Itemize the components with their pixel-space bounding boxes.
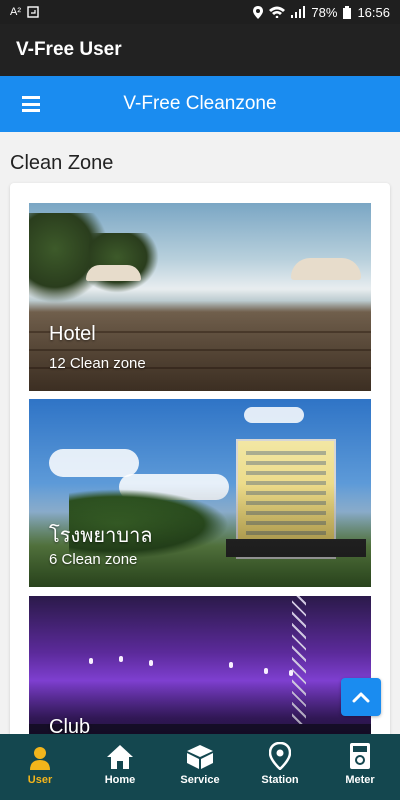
zone-card-club[interactable]: Club <box>29 596 371 743</box>
clock: 16:56 <box>357 4 390 20</box>
app-title: V-Free User <box>16 39 122 60</box>
zone-card-hospital[interactable]: โรงพยาบาล 6 Clean zone <box>29 399 371 587</box>
text-size-icon: A² <box>10 6 21 18</box>
hamburger-icon[interactable] <box>22 96 40 112</box>
nav-station[interactable]: Station <box>240 734 320 800</box>
status-bar: A² 78% 16:56 <box>0 0 400 24</box>
zone-count: 6 Clean zone <box>49 551 138 568</box>
app-bar: V-Free User <box>0 24 400 76</box>
bottom-nav: User Home Service Station Meter <box>0 734 400 800</box>
nav-user[interactable]: User <box>0 734 80 800</box>
scroll-top-button[interactable] <box>341 678 381 716</box>
nav-home[interactable]: Home <box>80 734 160 800</box>
nav-label: Station <box>261 774 299 786</box>
zone-list-card: Hotel 12 Clean zone โรงพยาบาล 6 Clean zo… <box>10 183 390 743</box>
section-heading: Clean Zone <box>10 152 114 174</box>
battery-icon <box>343 5 352 19</box>
nav-label: Service <box>180 774 220 786</box>
wifi-icon <box>269 6 286 18</box>
nav-label: User <box>27 774 53 786</box>
page-title: V-Free Cleanzone <box>123 93 277 114</box>
chevron-up-icon <box>352 692 370 703</box>
sub-header: V-Free Cleanzone <box>0 76 400 132</box>
nav-label: Meter <box>345 774 375 786</box>
zone-card-hotel[interactable]: Hotel 12 Clean zone <box>29 203 371 391</box>
user-icon <box>30 747 50 770</box>
nav-label: Home <box>104 774 136 786</box>
screenshot-icon <box>27 6 39 18</box>
nav-service[interactable]: Service <box>160 734 240 800</box>
nav-meter[interactable]: Meter <box>320 734 400 800</box>
location-pin-icon <box>269 742 291 770</box>
zone-name: โรงพยาบาล <box>49 525 153 547</box>
home-icon <box>107 745 133 769</box>
location-icon <box>253 5 264 19</box>
zone-name: Hotel <box>49 323 96 345</box>
zone-count: 12 Clean zone <box>49 355 146 372</box>
meter-icon <box>350 743 370 769</box>
box-icon <box>187 745 213 769</box>
battery-level: 78% <box>311 4 338 20</box>
signal-icon <box>291 6 306 18</box>
